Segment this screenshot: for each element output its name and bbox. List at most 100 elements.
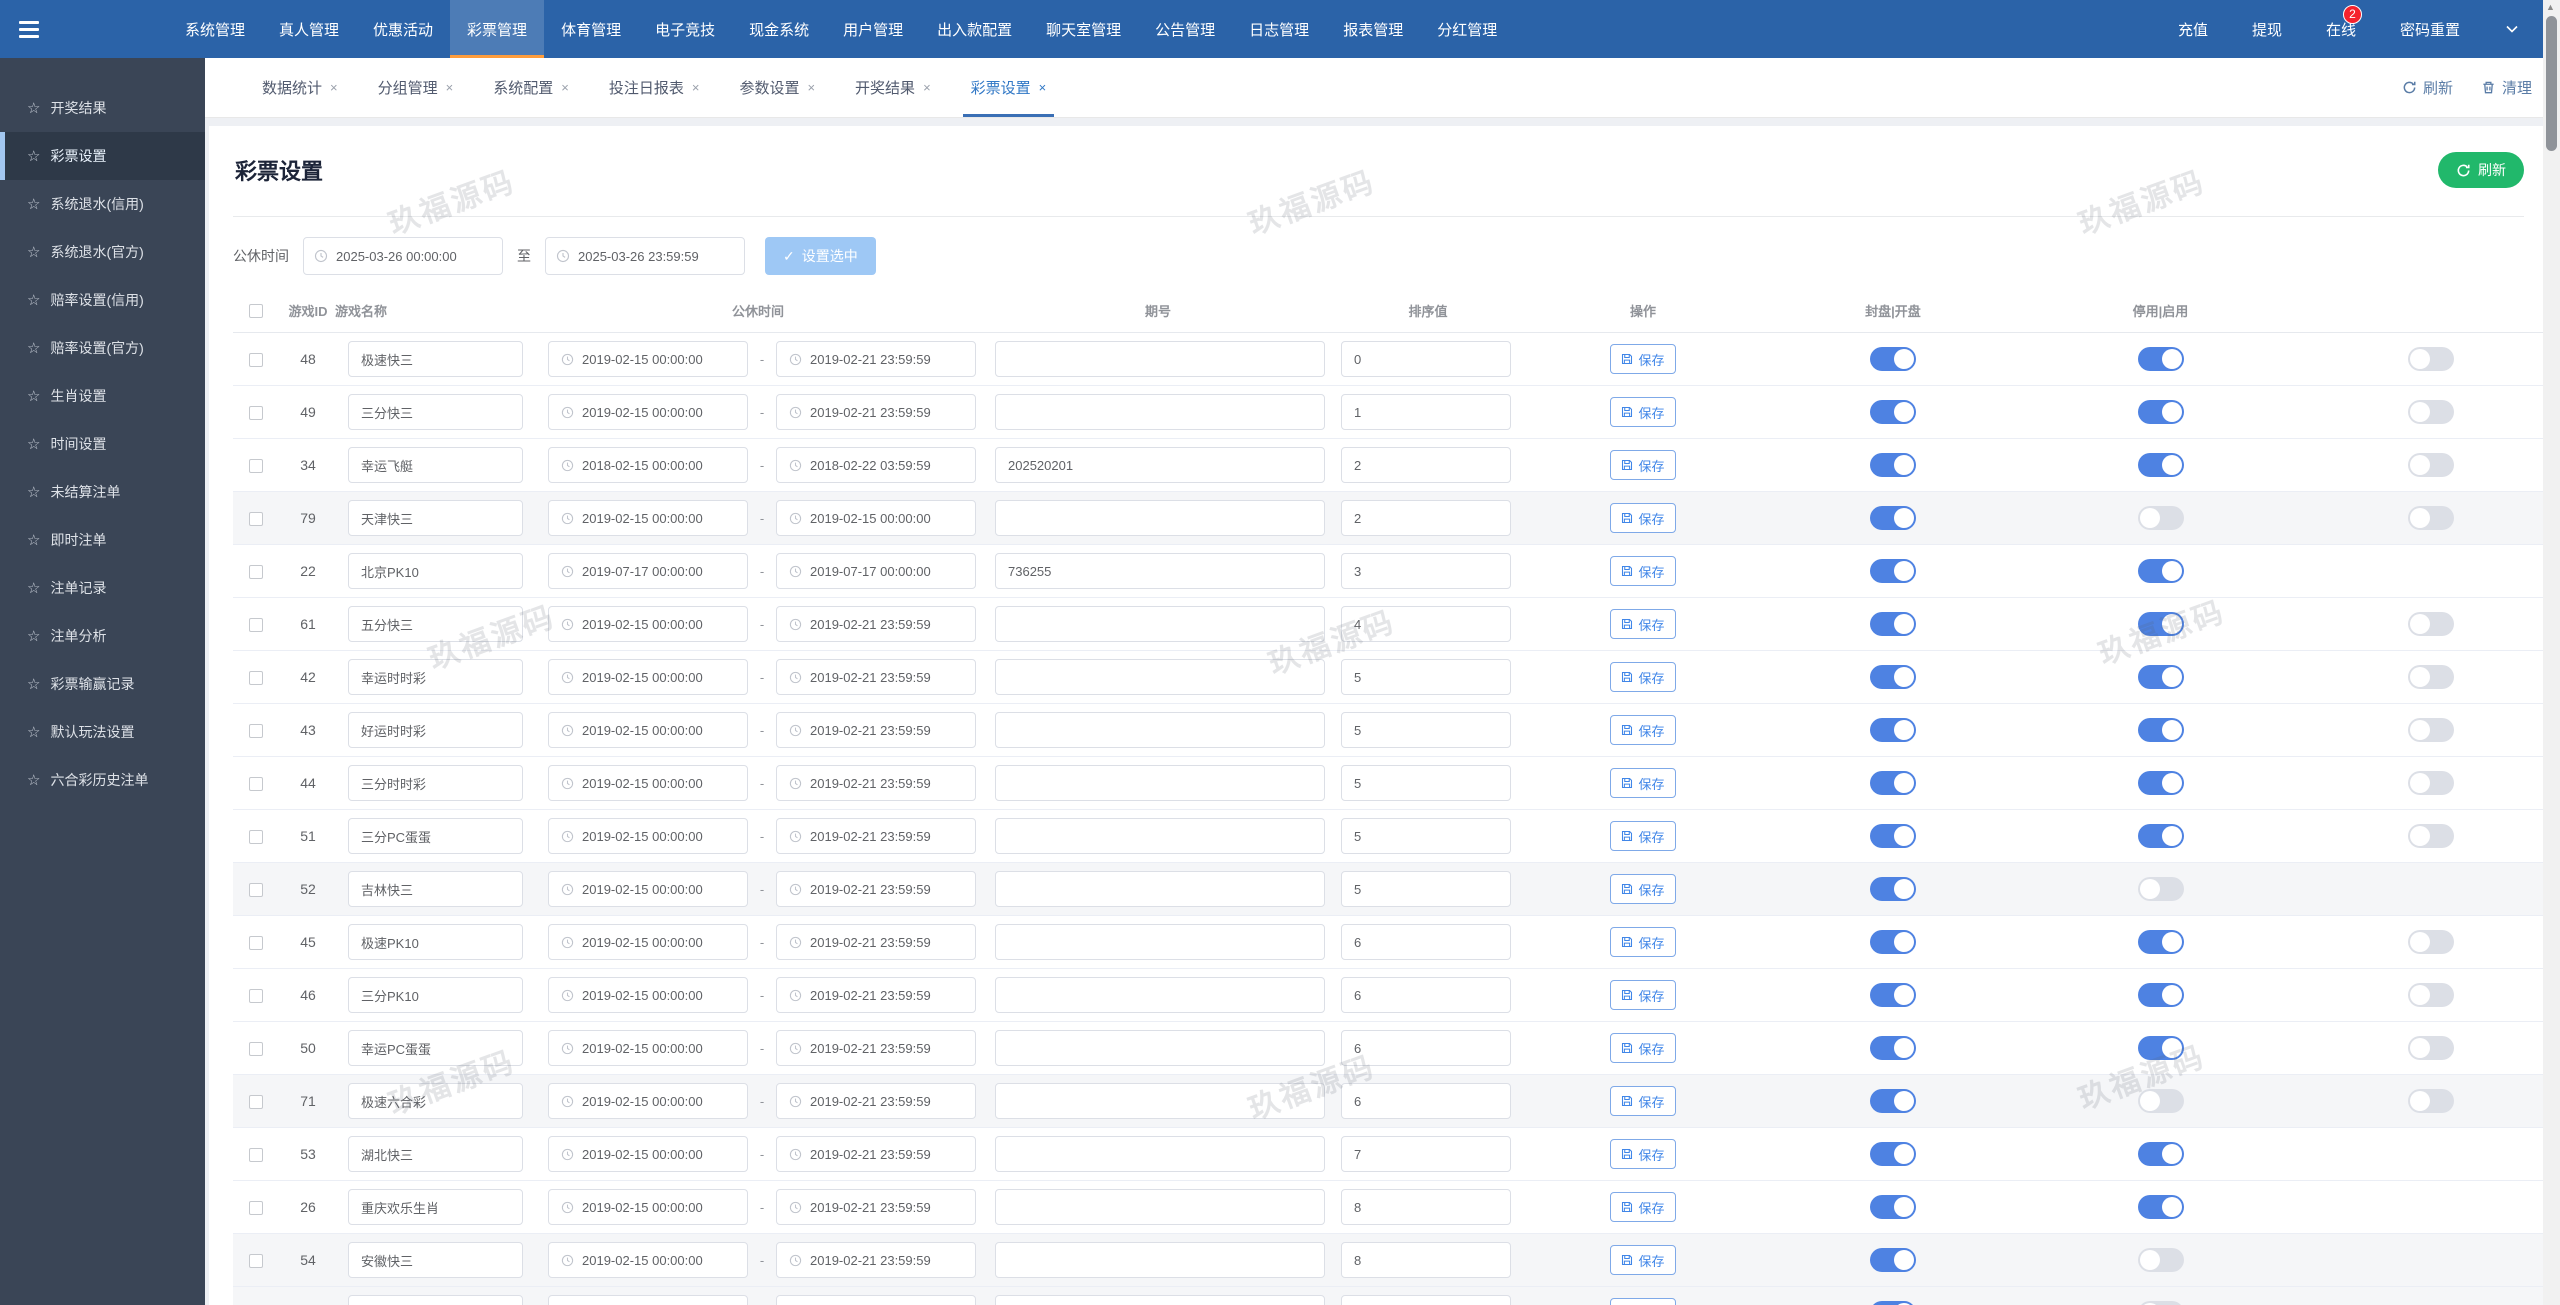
- nav-item[interactable]: 聊天室管理: [1029, 0, 1138, 58]
- disable-enable-toggle[interactable]: [2137, 453, 2184, 477]
- holiday-from-input[interactable]: 2019-02-15 00:00:00: [548, 500, 748, 536]
- tab-数据统计[interactable]: 数据统计 ×: [260, 58, 340, 117]
- close-open-toggle[interactable]: [1870, 347, 1916, 371]
- game-name-input[interactable]: 北京PK10: [348, 553, 523, 589]
- holiday-from-input[interactable]: 2019-02-15 00:00:00: [548, 765, 748, 801]
- save-button[interactable]: 保存: [1610, 450, 1676, 480]
- sort-value-input[interactable]: 6: [1341, 924, 1511, 960]
- sort-value-input[interactable]: 1: [1341, 394, 1511, 430]
- extra-toggle[interactable]: [2407, 930, 2454, 954]
- sidebar-item[interactable]: ☆ 注单记录: [0, 564, 205, 612]
- disable-enable-toggle[interactable]: [2137, 559, 2184, 583]
- disable-enable-toggle[interactable]: [2137, 771, 2184, 795]
- holiday-from-input[interactable]: 2019-02-15 00:00:00: [548, 606, 748, 642]
- row-checkbox[interactable]: [249, 405, 263, 420]
- disable-enable-toggle[interactable]: [2137, 824, 2184, 848]
- sidebar-item[interactable]: ☆ 即时注单: [0, 516, 205, 564]
- issue-number-input[interactable]: [995, 871, 1325, 907]
- close-open-toggle[interactable]: [1870, 506, 1916, 530]
- issue-number-input[interactable]: [995, 1295, 1325, 1305]
- game-name-input[interactable]: 湖北快三: [348, 1136, 523, 1172]
- game-name-input[interactable]: 三分时时彩: [348, 765, 523, 801]
- close-icon[interactable]: ×: [807, 80, 815, 95]
- close-open-toggle[interactable]: [1870, 453, 1916, 477]
- sort-value-input[interactable]: 5: [1341, 765, 1511, 801]
- nav-item[interactable]: 彩票管理: [450, 0, 545, 58]
- holiday-to-input[interactable]: 2019-02-21 23:59:59: [776, 394, 976, 430]
- sidebar-item[interactable]: ☆ 默认玩法设置: [0, 708, 205, 756]
- nav-item[interactable]: 公告管理: [1138, 0, 1232, 58]
- extra-toggle[interactable]: [2407, 771, 2454, 795]
- sidebar-item[interactable]: ☆ 未结算注单: [0, 468, 205, 516]
- save-button[interactable]: 保存: [1610, 1086, 1676, 1116]
- close-open-toggle[interactable]: [1870, 1089, 1916, 1113]
- game-name-input[interactable]: 好运时时彩: [348, 712, 523, 748]
- tabbar-clean-button[interactable]: 清理: [2481, 77, 2532, 98]
- sort-value-input[interactable]: 3: [1341, 553, 1511, 589]
- extra-toggle[interactable]: [2407, 824, 2454, 848]
- close-open-toggle[interactable]: [1870, 665, 1916, 689]
- save-button[interactable]: 保存: [1610, 1033, 1676, 1063]
- save-button[interactable]: 保存: [1610, 1192, 1676, 1222]
- sort-value-input[interactable]: 5: [1341, 712, 1511, 748]
- nav-item[interactable]: 报表管理: [1326, 0, 1420, 58]
- save-button[interactable]: 保存: [1610, 715, 1676, 745]
- close-open-toggle[interactable]: [1870, 930, 1916, 954]
- holiday-to-input[interactable]: 2019-02-21 23:59:59: [776, 1189, 976, 1225]
- holiday-from-input[interactable]: 2019-02-15 00:00:00: [548, 659, 748, 695]
- sort-value-input[interactable]: 2: [1341, 500, 1511, 536]
- close-open-toggle[interactable]: [1870, 1142, 1916, 1166]
- save-button[interactable]: 保存: [1610, 927, 1676, 957]
- close-icon[interactable]: ×: [1039, 80, 1047, 95]
- extra-toggle[interactable]: [2407, 612, 2454, 636]
- issue-number-input[interactable]: [995, 765, 1325, 801]
- sort-value-input[interactable]: 8: [1341, 1242, 1511, 1278]
- game-name-input[interactable]: 安徽快三: [348, 1242, 523, 1278]
- extra-toggle[interactable]: [2407, 347, 2454, 371]
- game-name-input[interactable]: 重庆欢乐生肖: [348, 1189, 523, 1225]
- holiday-from-input[interactable]: 2019-02-15 00:00:00: [548, 924, 748, 960]
- row-checkbox[interactable]: [249, 723, 263, 738]
- holiday-to-input[interactable]: 2019-02-21 23:59:59: [776, 765, 976, 801]
- issue-number-input[interactable]: [995, 1083, 1325, 1119]
- close-open-toggle[interactable]: [1870, 983, 1916, 1007]
- nav-right-item[interactable]: 充值: [2178, 19, 2208, 40]
- row-checkbox[interactable]: [249, 511, 263, 526]
- save-button[interactable]: 保存: [1610, 662, 1676, 692]
- row-checkbox[interactable]: [249, 617, 263, 632]
- issue-number-input[interactable]: 202520201: [995, 447, 1325, 483]
- issue-number-input[interactable]: [995, 341, 1325, 377]
- disable-enable-toggle[interactable]: [2137, 1301, 2184, 1305]
- game-name-input[interactable]: 幸运时时彩: [348, 659, 523, 695]
- row-checkbox[interactable]: [249, 1253, 263, 1268]
- holiday-to-input[interactable]: 2019-02-15 00:00:00: [776, 500, 976, 536]
- game-name-input[interactable]: 极速PK10: [348, 924, 523, 960]
- close-icon[interactable]: ×: [330, 80, 338, 95]
- nav-item[interactable]: 优惠活动: [356, 0, 450, 58]
- issue-number-input[interactable]: [995, 606, 1325, 642]
- sort-value-input[interactable]: 8: [1341, 1295, 1511, 1305]
- close-icon[interactable]: ×: [692, 80, 700, 95]
- hamburger-menu-icon[interactable]: [0, 0, 58, 58]
- nav-item[interactable]: 日志管理: [1232, 0, 1326, 58]
- tab-开奖结果[interactable]: 开奖结果 ×: [853, 58, 933, 117]
- row-checkbox[interactable]: [249, 1200, 263, 1215]
- holiday-from-input[interactable]: 2019-02-15 00:00:00: [548, 1083, 748, 1119]
- sidebar-item[interactable]: ☆ 赔率设置(官方): [0, 324, 205, 372]
- holiday-from-input[interactable]: 2019-02-15 00:00:00: [548, 1136, 748, 1172]
- game-name-input[interactable]: 极速六合彩: [348, 1083, 523, 1119]
- holiday-to-input[interactable]: 2019-02-21 23:59:59: [776, 712, 976, 748]
- save-button[interactable]: 保存: [1610, 1298, 1676, 1305]
- holiday-to-input[interactable]: 2019-02-21 23:59:59: [776, 1242, 976, 1278]
- extra-toggle[interactable]: [2407, 506, 2454, 530]
- row-checkbox[interactable]: [249, 1041, 263, 1056]
- sort-value-input[interactable]: 6: [1341, 1030, 1511, 1066]
- close-open-toggle[interactable]: [1870, 718, 1916, 742]
- disable-enable-toggle[interactable]: [2137, 983, 2184, 1007]
- close-open-toggle[interactable]: [1870, 1036, 1916, 1060]
- issue-number-input[interactable]: [995, 500, 1325, 536]
- disable-enable-toggle[interactable]: [2137, 612, 2184, 636]
- close-open-toggle[interactable]: [1870, 1248, 1916, 1272]
- holiday-to-input[interactable]: 2025-03-26 23:59:59: [545, 237, 745, 275]
- save-button[interactable]: 保存: [1610, 609, 1676, 639]
